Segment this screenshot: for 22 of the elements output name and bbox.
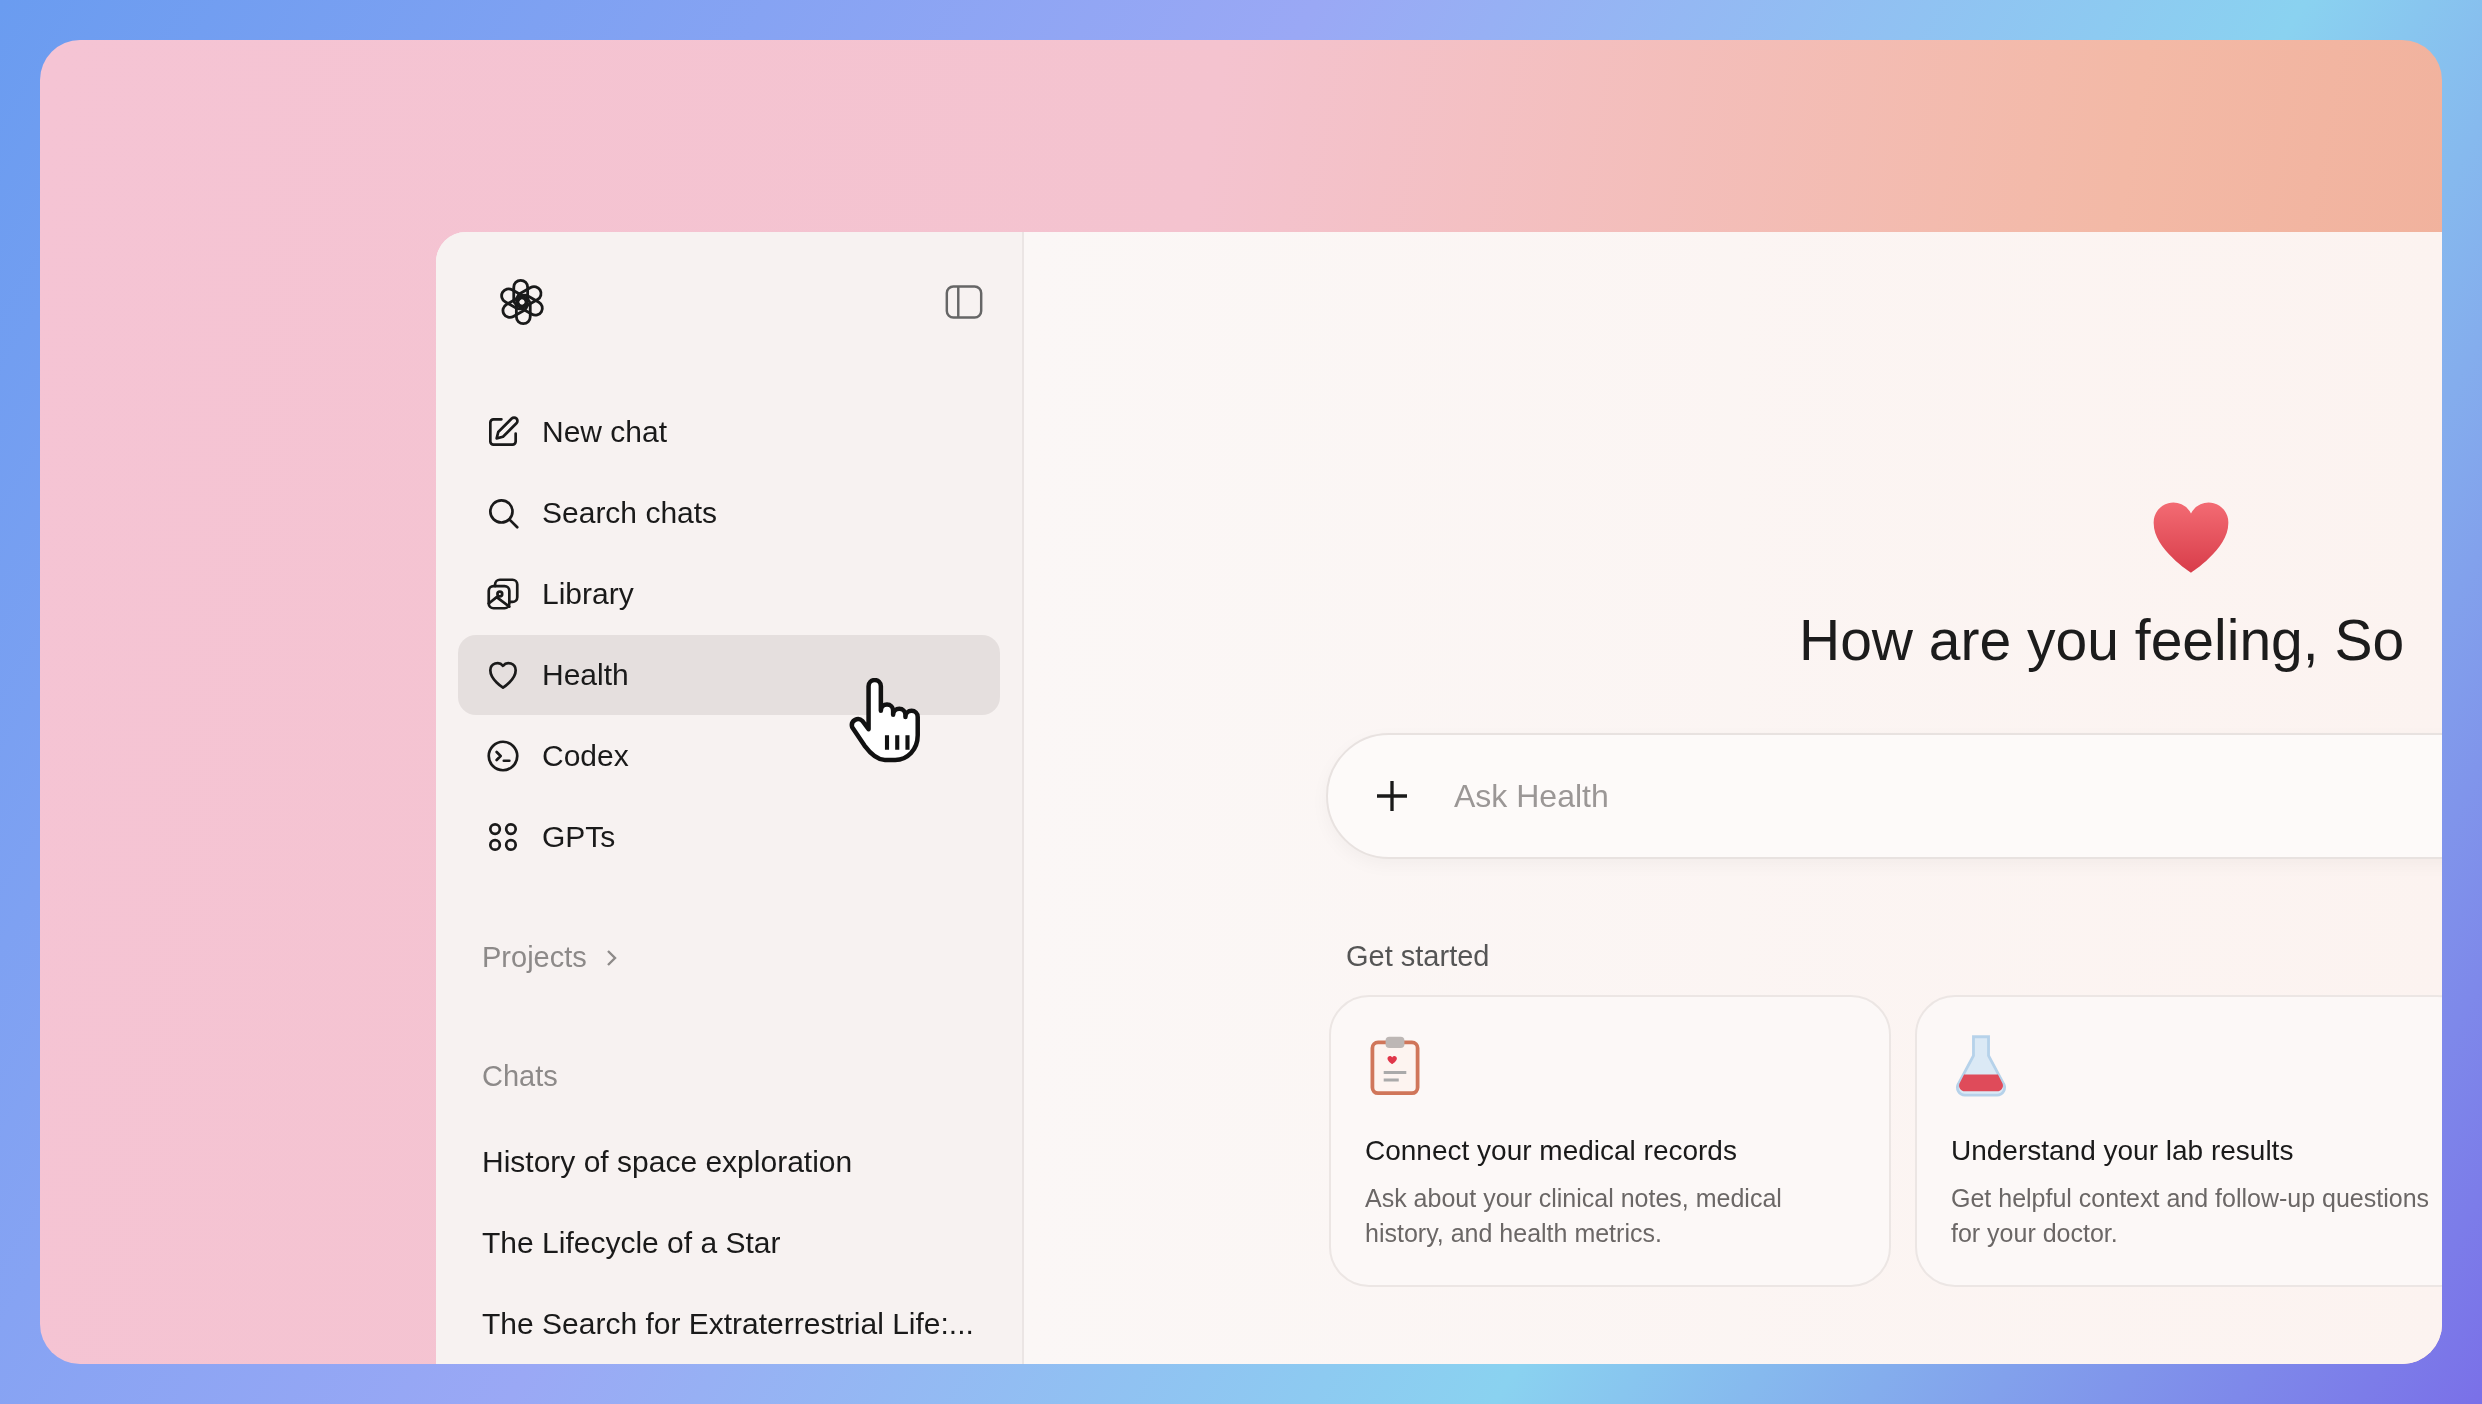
greeting-heading: How are you feeling, So <box>1799 607 2406 674</box>
nav-item[interactable]: New chat <box>458 392 1000 472</box>
nav-item[interactable]: Health <box>458 635 1000 715</box>
card-title: Understand your lab results <box>1951 1135 2295 1167</box>
sidebar-toggle-icon[interactable] <box>944 284 984 320</box>
card-description: Ask about your clinical notes, medical history, and health metrics. <box>1365 1183 1783 1249</box>
suggestion-card[interactable]: Understand your lab results Get helpful context and follow-up questions for your doctor. <box>1915 995 2442 1287</box>
chat-item[interactable]: The Search for Extraterrestrial Life:... <box>482 1283 1000 1364</box>
section-label: Get started <box>1346 940 1491 973</box>
chat-item[interactable]: The Lifecycle of a Star <box>482 1202 1000 1283</box>
nav-item[interactable]: GPTs <box>458 797 1000 877</box>
nav-item[interactable]: Codex <box>458 716 1000 796</box>
card-description: Get helpful context and follow-up questions for your doctor. <box>1951 1183 2431 1249</box>
nav-item[interactable]: Search chats <box>458 473 1000 553</box>
chat-item[interactable]: History of space exploration <box>482 1121 1000 1202</box>
suggestion-card[interactable]: Connect your medical records Ask about your clinical notes, medical history, and health metrics. <box>1329 995 1891 1287</box>
section-label: Chats <box>482 1059 559 1094</box>
terminal-icon <box>484 737 522 775</box>
card-title: Connect your medical records <box>1365 1135 1738 1167</box>
images-icon <box>484 575 522 613</box>
message-input[interactable]: Ask Health <box>1326 733 2442 859</box>
nav-item[interactable]: Library <box>458 554 1000 634</box>
